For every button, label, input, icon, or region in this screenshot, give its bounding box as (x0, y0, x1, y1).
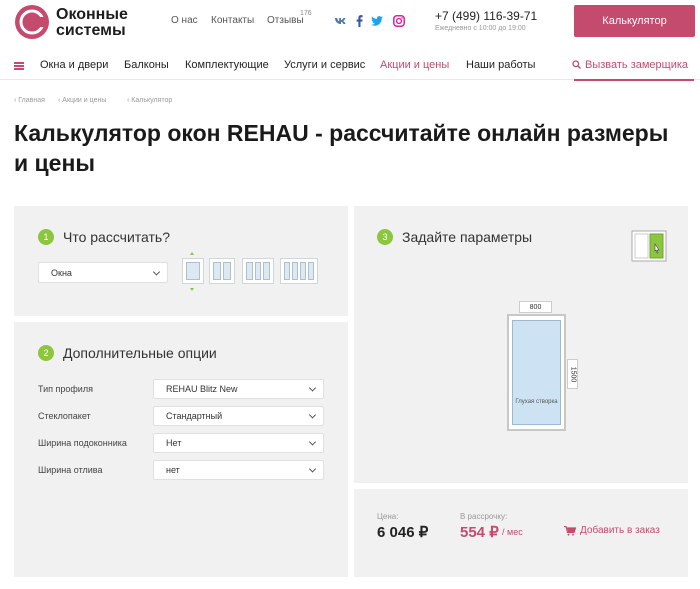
brand-line-1: Оконные (56, 6, 128, 23)
call-measurer-link[interactable]: Вызвать замерщика (572, 59, 688, 71)
top-link-about[interactable]: О нас (171, 15, 198, 26)
step1-header: 1 Что рассчитать? (38, 229, 170, 245)
phone-number[interactable]: +7 (499) 116-39-71 (435, 9, 537, 23)
drip-width-select[interactable]: нет (153, 460, 324, 480)
window-type-3-sash[interactable] (242, 258, 274, 284)
breadcrumb-item-home[interactable]: ‹ Главная (14, 97, 45, 104)
step2-header: 2 Дополнительные опции (38, 345, 217, 361)
chevron-down-icon (308, 384, 317, 392)
per-month-label: / мес (502, 527, 523, 537)
chevron-down-icon (308, 438, 317, 446)
top-link-reviews[interactable]: Отзывы (267, 15, 304, 26)
nav-balconies[interactable]: Балконы (124, 59, 169, 71)
call-measurer-label: Вызвать замерщика (585, 59, 689, 71)
calculator-button[interactable]: Калькулятор (574, 5, 695, 37)
breadcrumb-label: Акции и цены (62, 97, 107, 104)
step3-header: 3 Задайте параметры (377, 229, 532, 245)
chevron-down-icon (308, 465, 317, 473)
option-label-glazing: Стеклопакет (38, 411, 91, 421)
window-type-4-sash[interactable] (280, 258, 318, 284)
step-number-badge: 3 (377, 229, 393, 245)
top-link-contacts[interactable]: Контакты (211, 15, 254, 26)
vk-icon[interactable] (334, 14, 348, 28)
window-opening-icon[interactable] (631, 230, 667, 262)
height-input-value: 1500 (569, 366, 577, 382)
add-to-order-label: Добавить в заказ (580, 525, 660, 536)
nav-windows-doors[interactable]: Окна и двери (40, 59, 108, 71)
option-label-drip-width: Ширина отлива (38, 465, 103, 475)
nav-components[interactable]: Комплектующие (185, 59, 269, 71)
window-type-1-sash[interactable] (182, 258, 204, 284)
facebook-icon[interactable] (352, 14, 366, 28)
drip-width-select-value: нет (166, 465, 180, 475)
product-select[interactable]: Окна (38, 262, 168, 283)
product-select-value: Окна (51, 267, 72, 278)
page-title: Калькулятор окон REHAU - рассчитайте онл… (14, 120, 669, 176)
nav-our-works[interactable]: Наши работы (466, 59, 535, 71)
brand-line-2: системы (56, 22, 126, 39)
breadcrumb-item-promos[interactable]: ‹ Акции и цены (58, 97, 106, 104)
breadcrumb-label: Главная (18, 97, 45, 104)
measure-underline (574, 79, 694, 81)
sill-width-select-value: Нет (166, 438, 182, 448)
installment-label: В рассрочку: (460, 512, 508, 521)
price-label: Цена: (377, 512, 399, 521)
chevron-down-icon (152, 267, 161, 276)
step1-title: Что рассчитать? (63, 229, 171, 245)
step3-title: Задайте параметры (402, 229, 533, 245)
twitter-icon[interactable] (370, 14, 384, 28)
step-number-badge: 2 (38, 345, 54, 361)
installment-value: 554 ₽ (460, 524, 499, 541)
step2-title: Дополнительные опции (63, 345, 217, 361)
nav-services[interactable]: Услуги и сервис (284, 59, 365, 71)
height-input[interactable]: 1500 (567, 359, 578, 389)
profile-select[interactable]: REHAU Blitz New (153, 379, 324, 399)
instagram-icon[interactable] (392, 14, 406, 28)
selected-marker-bottom (190, 288, 194, 291)
glazing-select[interactable]: Стандартный (153, 406, 324, 426)
chevron-down-icon (308, 411, 317, 419)
menu-icon[interactable] (14, 62, 24, 70)
option-label-sill-width: Ширина подоконника (38, 438, 127, 448)
search-icon (572, 60, 581, 69)
profile-select-value: REHAU Blitz New (166, 384, 238, 394)
price-value: 6 046 ₽ (377, 524, 429, 541)
add-to-order-button[interactable]: Добавить в заказ (564, 525, 660, 536)
nav-promos-prices[interactable]: Акции и цены (380, 59, 449, 71)
working-hours: Ежедневно с 10:00 до 19:00 (435, 25, 526, 32)
logo-icon[interactable] (14, 4, 50, 40)
window-type-2-sash[interactable] (209, 258, 235, 284)
sill-width-select[interactable]: Нет (153, 433, 324, 453)
reviews-count: 176 (300, 10, 312, 17)
header: Оконные системы О нас Контакты Отзывы 17… (0, 0, 700, 50)
breadcrumb-item-calculator: ‹ Калькулятор (127, 97, 173, 104)
window-sash[interactable] (512, 320, 561, 425)
step-number-badge: 1 (38, 229, 54, 245)
option-label-profile: Тип профиля (38, 384, 93, 394)
glazing-select-value: Стандартный (166, 411, 223, 421)
main-nav: Окна и двери Балконы Комплектующие Услуг… (0, 52, 700, 80)
width-input[interactable]: 800 (519, 301, 552, 313)
breadcrumb-label: Калькулятор (131, 97, 173, 104)
sash-type-label: Глухая створка (515, 399, 558, 405)
selected-marker-top (190, 252, 194, 255)
cart-icon (564, 525, 576, 536)
brand-name[interactable]: Оконные системы (56, 7, 128, 39)
